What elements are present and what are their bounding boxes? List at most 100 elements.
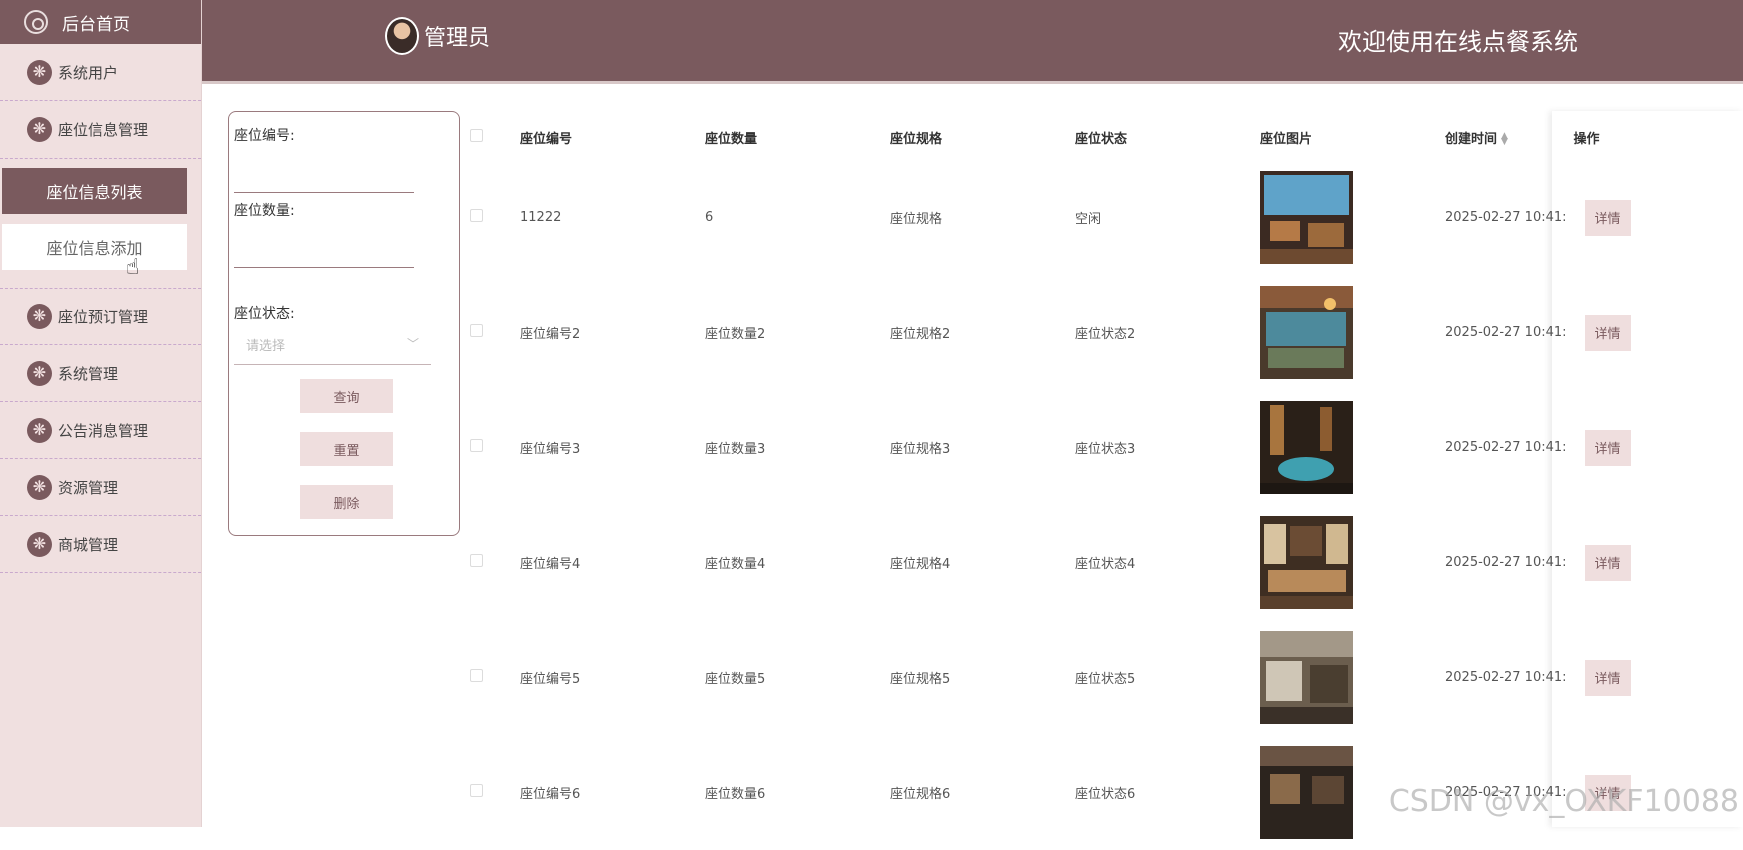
cell-seat-status: 座位状态4: [1075, 505, 1260, 620]
cell-created-time: 2025-02-27 10:41:: [1445, 620, 1567, 735]
seat-image[interactable]: [1260, 631, 1353, 724]
seat-image[interactable]: [1260, 286, 1353, 379]
cell-seat-count: 座位数量5: [705, 620, 890, 735]
seat-no-input[interactable]: [234, 167, 414, 193]
detail-button[interactable]: 详情: [1585, 200, 1631, 236]
sidebar: 后台首页 系统用户 座位信息管理 座位信息列表 座位信息添加 座位预订管理 系统…: [0, 0, 202, 827]
watermark: CSDN @vx_OXKF10088: [1389, 784, 1739, 819]
select-all-checkbox[interactable]: [470, 129, 483, 142]
hand-cursor-icon: ☝: [126, 255, 139, 280]
col-header-actions: 操作: [1574, 114, 1654, 160]
sort-icon[interactable]: ▲▼: [1501, 133, 1508, 145]
detail-button[interactable]: 详情: [1585, 660, 1631, 696]
sidebar-item-label: 座位信息管理: [58, 119, 148, 140]
seat-image[interactable]: [1260, 171, 1353, 264]
col-header-seat-spec: 座位规格: [890, 114, 1075, 160]
sidebar-item-label: 资源管理: [58, 477, 118, 498]
submenu-seat-list[interactable]: 座位信息列表: [2, 168, 187, 214]
flower-menu-icon: [27, 361, 52, 386]
cell-seat-status: 空闲: [1075, 160, 1260, 275]
welcome-title: 欢迎使用在线点餐系统: [1338, 22, 1578, 57]
col-header-seat-count: 座位数量: [705, 114, 890, 160]
seat-image[interactable]: [1260, 746, 1353, 839]
seat-no-label: 座位编号:: [234, 125, 295, 145]
chevron-down-icon: ﹀: [407, 335, 419, 352]
flower-menu-icon: [27, 418, 52, 443]
cell-seat-spec: 座位规格6: [890, 735, 1075, 850]
cell-seat-no: 座位编号3: [520, 390, 705, 505]
select-placeholder: 请选择: [246, 339, 285, 354]
sidebar-item-mall[interactable]: 商城管理: [0, 516, 201, 573]
home-circle-icon: [24, 10, 48, 34]
created-time-label: 创建时间: [1445, 132, 1497, 147]
seat-count-label: 座位数量:: [234, 200, 295, 220]
cell-seat-count: 6: [705, 160, 890, 275]
flower-menu-icon: [27, 60, 52, 85]
flower-menu-icon: [27, 532, 52, 557]
flower-menu-icon: [27, 117, 52, 142]
top-header: 管理员 欢迎使用在线点餐系统: [202, 0, 1743, 84]
cell-seat-no: 11222: [520, 160, 705, 275]
row-checkbox[interactable]: [470, 554, 483, 567]
seat-status-select[interactable]: 请选择 ﹀: [234, 325, 431, 365]
cell-seat-spec: 座位规格3: [890, 390, 1075, 505]
cell-seat-count: 座位数量3: [705, 390, 890, 505]
flower-menu-icon: [27, 304, 52, 329]
cell-seat-spec: 座位规格: [890, 160, 1075, 275]
col-header-created-time[interactable]: 创建时间 ▲▼: [1445, 114, 1567, 160]
cell-seat-status: 座位状态6: [1075, 735, 1260, 850]
sidebar-item-label: 公告消息管理: [58, 420, 148, 441]
sidebar-item-seat-info[interactable]: 座位信息管理: [0, 101, 201, 158]
detail-button[interactable]: 详情: [1585, 545, 1631, 581]
cell-created-time: 2025-02-27 10:41:: [1445, 160, 1567, 275]
seat-image[interactable]: [1260, 401, 1353, 494]
query-button[interactable]: 查询: [300, 379, 393, 413]
avatar[interactable]: [385, 17, 419, 55]
cell-seat-spec: 座位规格4: [890, 505, 1075, 620]
cell-created-time: 2025-02-27 10:41:: [1445, 275, 1567, 390]
sidebar-home[interactable]: 后台首页: [0, 0, 201, 44]
row-checkbox[interactable]: [470, 439, 483, 452]
sidebar-item-label: 系统用户: [58, 62, 118, 83]
reset-button[interactable]: 重置: [300, 432, 393, 466]
sidebar-item-label: 系统管理: [58, 363, 118, 384]
row-checkbox[interactable]: [470, 324, 483, 337]
cell-seat-spec: 座位规格5: [890, 620, 1075, 735]
cell-created-time: 2025-02-27 10:41:: [1445, 390, 1567, 505]
cell-seat-status: 座位状态5: [1075, 620, 1260, 735]
seat-image[interactable]: [1260, 516, 1353, 609]
flower-menu-icon: [27, 475, 52, 500]
cell-seat-status: 座位状态2: [1075, 275, 1260, 390]
table-row: 座位编号2 座位数量2 座位规格2 座位状态2 2025-02-27 10:41…: [470, 275, 1647, 390]
cell-seat-no: 座位编号2: [520, 275, 705, 390]
detail-button[interactable]: 详情: [1585, 315, 1631, 351]
cell-seat-count: 座位数量2: [705, 275, 890, 390]
seat-count-input[interactable]: [234, 242, 414, 268]
submenu-seat-add[interactable]: 座位信息添加: [2, 224, 187, 270]
sidebar-item-resources[interactable]: 资源管理: [0, 459, 201, 516]
sidebar-item-system-users[interactable]: 系统用户: [0, 44, 201, 101]
sidebar-item-system-mgmt[interactable]: 系统管理: [0, 345, 201, 402]
cell-seat-spec: 座位规格2: [890, 275, 1075, 390]
sidebar-item-seat-booking[interactable]: 座位预订管理: [0, 288, 201, 345]
table-header-row: 座位编号 座位数量 座位规格 座位状态 座位图片 创建时间▲▼ 操作: [470, 114, 1647, 160]
sidebar-item-announcements[interactable]: 公告消息管理: [0, 402, 201, 459]
cell-seat-status: 座位状态3: [1075, 390, 1260, 505]
detail-button[interactable]: 详情: [1585, 430, 1631, 466]
cell-seat-count: 座位数量4: [705, 505, 890, 620]
row-checkbox[interactable]: [470, 669, 483, 682]
col-header-seat-no: 座位编号: [520, 114, 705, 160]
cell-seat-no: 座位编号6: [520, 735, 705, 850]
delete-button[interactable]: 删除: [300, 485, 393, 519]
row-checkbox[interactable]: [470, 209, 483, 222]
admin-name: 管理员: [424, 20, 490, 52]
seat-status-label: 座位状态:: [234, 303, 295, 323]
col-header-seat-image: 座位图片: [1260, 114, 1445, 160]
row-checkbox[interactable]: [470, 784, 483, 797]
sidebar-home-label: 后台首页: [62, 10, 130, 35]
cell-created-time: 2025-02-27 10:41:: [1445, 505, 1567, 620]
sidebar-item-label: 座位预订管理: [58, 306, 148, 327]
table-row: 座位编号4 座位数量4 座位规格4 座位状态4 2025-02-27 10:41…: [470, 505, 1647, 620]
table-row: 11222 6 座位规格 空闲 2025-02-27 10:41: 详情: [470, 160, 1647, 275]
sidebar-item-label: 商城管理: [58, 534, 118, 555]
